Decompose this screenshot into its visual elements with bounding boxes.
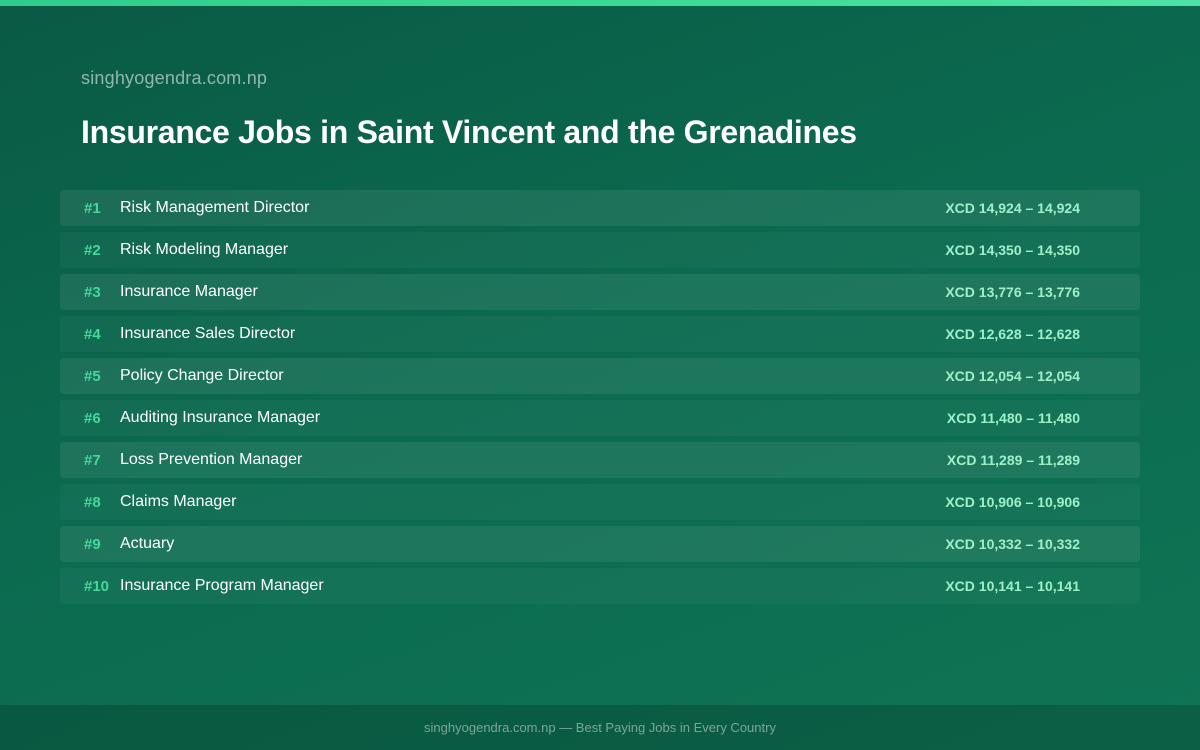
footer-text: singhyogendra.com.np — Best Paying Jobs …: [424, 720, 776, 735]
job-salary: XCD 11,480 – 11,480: [946, 410, 1080, 426]
job-title: Insurance Manager: [120, 283, 258, 300]
job-rank: #2: [84, 241, 101, 259]
job-rank: #1: [84, 199, 101, 217]
job-row: #5 Policy Change Director XCD 12,054 – 1…: [60, 358, 1140, 394]
job-row: #6 Auditing Insurance Manager XCD 11,480…: [60, 400, 1140, 436]
job-rank: #10: [84, 577, 110, 595]
job-row: #8 Claims Manager XCD 10,906 – 10,906: [60, 484, 1140, 520]
job-salary: XCD 12,628 – 12,628: [945, 326, 1080, 342]
footer: singhyogendra.com.np — Best Paying Jobs …: [0, 705, 1200, 750]
job-title: Loss Prevention Manager: [120, 451, 303, 468]
job-salary: XCD 14,924 – 14,924: [945, 200, 1080, 216]
job-row: #1 Risk Management Director XCD 14,924 –…: [60, 190, 1140, 226]
job-rank: #8: [84, 493, 101, 511]
job-title: Risk Management Director: [120, 199, 310, 216]
job-row: #4 Insurance Sales Director XCD 12,628 –…: [60, 316, 1140, 352]
job-rank: #7: [84, 451, 101, 469]
job-rank: #3: [84, 283, 101, 301]
job-rank: #6: [84, 409, 101, 427]
job-salary: XCD 13,776 – 13,776: [945, 284, 1080, 300]
job-salary: XCD 12,054 – 12,054: [945, 368, 1080, 384]
job-salary: XCD 10,332 – 10,332: [945, 536, 1080, 552]
job-title: Policy Change Director: [120, 367, 284, 384]
job-title: Actuary: [120, 535, 175, 552]
job-rank: #4: [84, 325, 101, 343]
job-salary: XCD 10,906 – 10,906: [945, 494, 1080, 510]
job-title: Risk Modeling Manager: [120, 241, 289, 258]
job-row: #7 Loss Prevention Manager XCD 11,289 – …: [60, 442, 1140, 478]
job-title: Insurance Sales Director: [120, 325, 296, 342]
job-title: Auditing Insurance Manager: [120, 409, 321, 426]
site-name: singhyogendra.com.np: [81, 68, 268, 88]
job-title: Claims Manager: [120, 493, 237, 510]
job-row: #9 Actuary XCD 10,332 – 10,332: [60, 526, 1140, 562]
job-row: #2 Risk Modeling Manager XCD 14,350 – 14…: [60, 232, 1140, 268]
job-salary: XCD 10,141 – 10,141: [945, 578, 1080, 594]
job-salary: XCD 11,289 – 11,289: [946, 452, 1080, 468]
top-accent-bar: [0, 0, 1200, 6]
job-rank: #5: [84, 367, 101, 385]
job-rank: #9: [84, 535, 101, 553]
page-title: Insurance Jobs in Saint Vincent and the …: [81, 114, 857, 150]
job-row: #3 Insurance Manager XCD 13,776 – 13,776: [60, 274, 1140, 310]
job-salary: XCD 14,350 – 14,350: [945, 242, 1080, 258]
job-list: #1 Risk Management Director XCD 14,924 –…: [60, 190, 1140, 610]
job-title: Insurance Program Manager: [120, 577, 324, 594]
job-row: #10 Insurance Program Manager XCD 10,141…: [60, 568, 1140, 604]
